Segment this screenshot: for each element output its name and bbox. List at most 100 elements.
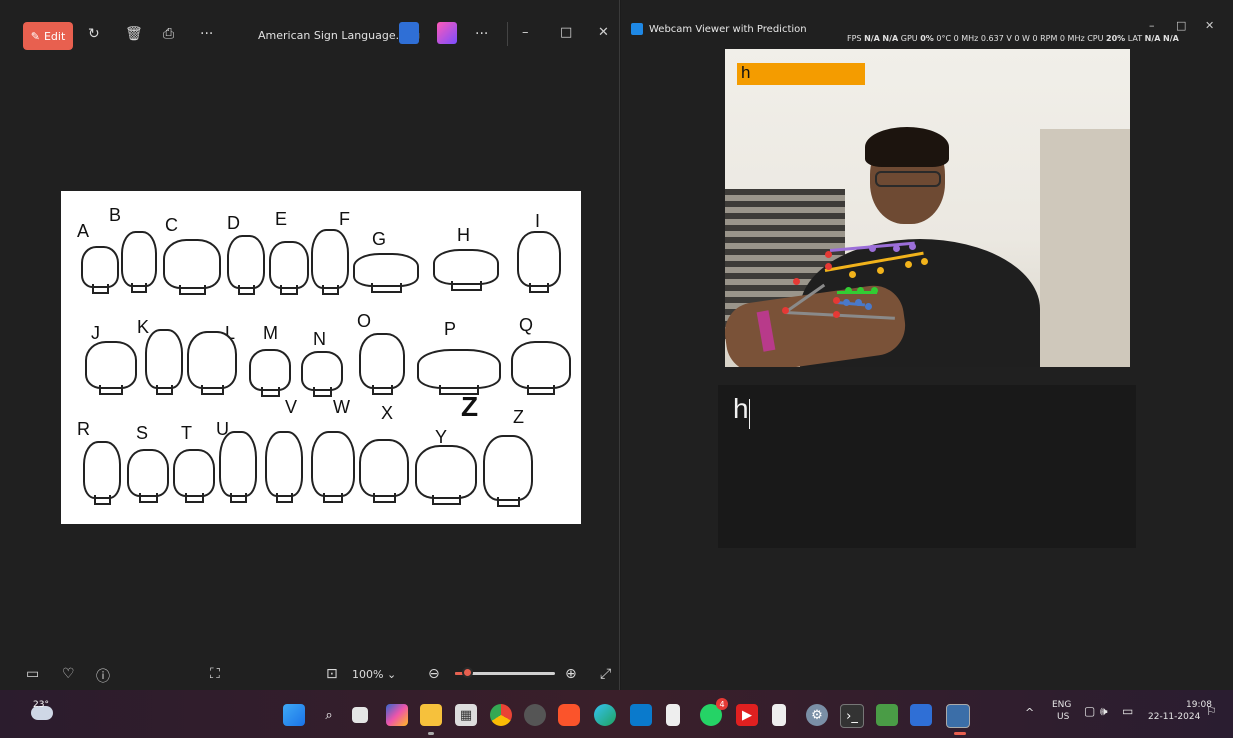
task-view-icon[interactable] xyxy=(352,707,368,723)
zoom-out-icon[interactable]: ⊖ xyxy=(428,666,440,682)
letter-d: D xyxy=(227,213,240,233)
weather-temp: 23° xyxy=(33,700,49,710)
vscode-icon[interactable] xyxy=(630,704,652,726)
hand-sign-b xyxy=(121,231,157,293)
hand-sign-y xyxy=(415,445,477,505)
network-icon[interactable]: ▢ xyxy=(1084,704,1095,718)
letter-a: A xyxy=(77,221,90,241)
lang-top[interactable]: ENG xyxy=(1052,700,1071,710)
letter-i: I xyxy=(535,211,541,231)
lat-value: N/A xyxy=(1144,34,1161,43)
photos-app-icon[interactable] xyxy=(399,22,419,44)
python-icon[interactable] xyxy=(946,704,970,728)
hand-sign-p xyxy=(417,349,501,395)
hand-sign-c xyxy=(163,239,221,295)
landmark-point xyxy=(849,271,856,278)
letter-k: K xyxy=(137,317,150,337)
zoom-in-icon[interactable]: ⊕ xyxy=(565,666,577,682)
app-icon[interactable] xyxy=(524,704,546,726)
search-icon[interactable]: ⌕ xyxy=(318,704,340,726)
notification-icon[interactable]: ⚐ xyxy=(1206,704,1217,718)
landmark-point xyxy=(905,261,912,268)
hand-sign-h xyxy=(433,249,499,291)
print-icon[interactable]: ⎙ xyxy=(163,26,174,42)
rotate-icon[interactable]: ↻ xyxy=(88,26,100,42)
background-door xyxy=(1040,129,1130,367)
file-explorer-icon[interactable] xyxy=(420,704,442,726)
hand-sign-v xyxy=(265,431,303,503)
minimize-button[interactable]: – xyxy=(1149,19,1155,32)
hand-sign-s xyxy=(127,449,169,503)
zoom-level[interactable]: 100% ⌄ xyxy=(352,668,396,681)
file-title: American Sign Language.png xyxy=(258,29,421,42)
prediction-text-output[interactable]: h xyxy=(718,385,1136,548)
maximize-button[interactable]: □ xyxy=(1176,19,1186,32)
letter-v: V xyxy=(285,397,298,417)
letter-s: S xyxy=(136,423,149,443)
prediction-label: h xyxy=(741,63,751,82)
letter-p: P xyxy=(444,319,457,339)
active-indicator xyxy=(954,732,966,735)
battery-icon[interactable]: ▭ xyxy=(1122,704,1133,718)
landmark-point xyxy=(833,297,840,304)
letter-g: G xyxy=(372,229,387,249)
letter-b: B xyxy=(109,205,122,225)
youtube-icon[interactable]: ▶ xyxy=(736,704,758,726)
edit-button[interactable]: ✎ Edit xyxy=(23,22,73,50)
webcam-window: Webcam Viewer with Prediction FPS N/A N/… xyxy=(621,0,1233,690)
copilot-icon[interactable] xyxy=(386,704,408,726)
photos-icon[interactable] xyxy=(910,704,932,726)
zoom-slider[interactable] xyxy=(455,667,555,678)
close-button[interactable]: ✕ xyxy=(1205,19,1214,32)
info-icon[interactable]: ⓘ xyxy=(96,666,110,686)
edge-icon[interactable] xyxy=(594,704,616,726)
fit-to-window-icon[interactable]: ⊡ xyxy=(326,666,338,682)
chevron-up-icon[interactable]: ^ xyxy=(1025,706,1034,719)
terminal-icon[interactable]: ›_ xyxy=(840,704,864,728)
more-options-icon[interactable]: ··· xyxy=(200,26,213,42)
zoom-slider-thumb[interactable] xyxy=(462,667,473,678)
notepad-2-icon[interactable] xyxy=(772,704,786,726)
calendar-icon[interactable]: ▦ xyxy=(455,704,477,726)
glasses xyxy=(875,171,941,187)
text-caret xyxy=(749,399,750,429)
prediction-label-box: h xyxy=(737,63,865,85)
visual-search-icon[interactable]: ⛶ xyxy=(210,666,220,682)
lat-label: LAT xyxy=(1127,34,1143,43)
hand-sign-e xyxy=(269,241,309,295)
whatsapp-icon[interactable]: 4 xyxy=(700,698,728,726)
cpu-value: 20% xyxy=(1106,34,1126,43)
chevron-down-icon: ⌄ xyxy=(386,668,397,681)
chrome-icon[interactable] xyxy=(490,704,512,726)
gpu-temp: 0°C xyxy=(936,34,952,43)
output-text: h xyxy=(733,393,749,424)
letter-n: N xyxy=(313,329,326,349)
minimize-button[interactable]: – xyxy=(522,25,529,40)
camera-icon[interactable] xyxy=(876,704,898,726)
hand-sign-j xyxy=(85,341,137,395)
favorite-icon[interactable]: ♡ xyxy=(62,666,75,682)
landmark-point xyxy=(843,299,850,306)
settings-icon[interactable]: ⚙ xyxy=(806,704,828,726)
filmstrip-icon[interactable]: ▭ xyxy=(26,666,39,682)
brave-icon[interactable] xyxy=(558,704,580,726)
fullscreen-icon[interactable]: ⤢ xyxy=(600,666,611,682)
notepad-icon[interactable] xyxy=(666,704,680,726)
maximize-button[interactable]: □ xyxy=(560,25,572,40)
person-hair xyxy=(865,127,949,167)
more-apps-icon[interactable]: ··· xyxy=(475,26,488,42)
divider xyxy=(507,22,508,46)
landmark-point xyxy=(833,311,840,318)
letter-j: J xyxy=(91,323,100,343)
start-icon[interactable] xyxy=(283,704,305,726)
landmark-point xyxy=(782,307,789,314)
letter-t: T xyxy=(181,423,192,443)
delete-icon[interactable]: 🗑 xyxy=(125,26,143,42)
close-button[interactable]: ✕ xyxy=(598,25,609,40)
landmark-point xyxy=(893,245,900,252)
letter-z-arrow: Z xyxy=(461,391,479,422)
volume-icon[interactable]: 🕪 xyxy=(1100,704,1108,719)
gpu-label: GPU xyxy=(900,34,918,43)
letter-w: W xyxy=(333,397,350,417)
clipchamp-icon[interactable] xyxy=(437,22,457,44)
